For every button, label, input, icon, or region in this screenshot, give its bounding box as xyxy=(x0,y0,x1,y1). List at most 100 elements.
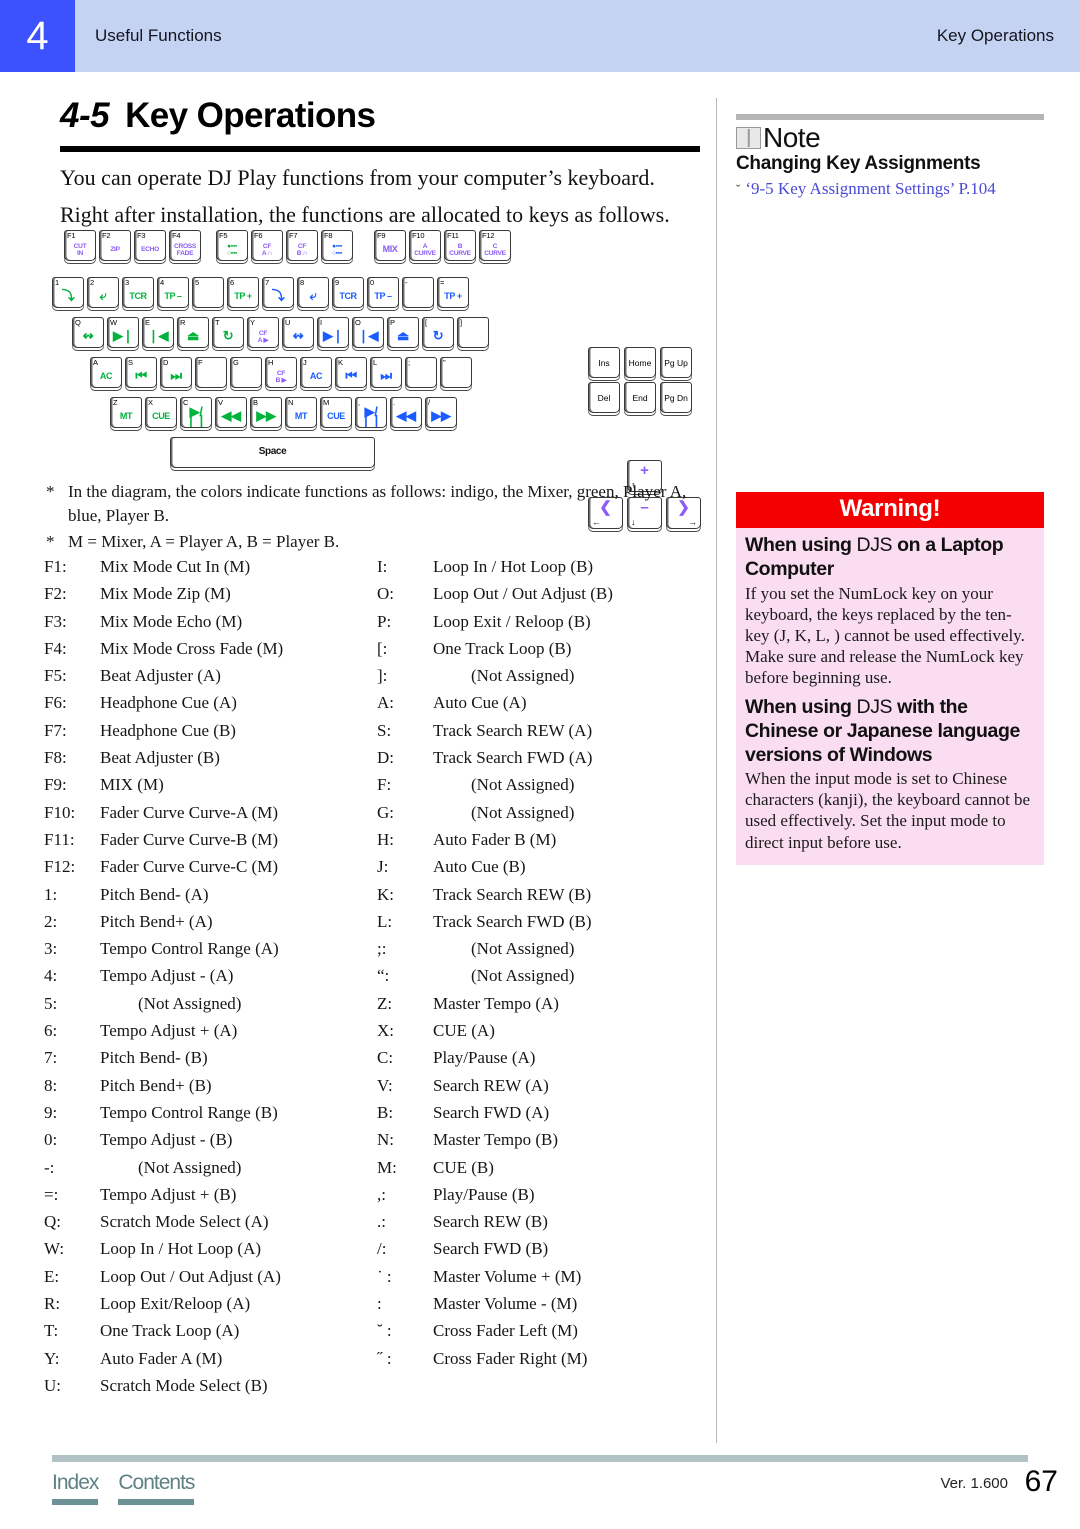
key-g[interactable]: G xyxy=(230,357,262,388)
assignment-key: F2: xyxy=(44,584,67,604)
assignment-key: D: xyxy=(377,748,394,768)
assignment-row: U: Scratch Mode Select (B) xyxy=(44,1376,377,1403)
key-w[interactable]: W ▶❘ xyxy=(107,317,139,348)
key-h[interactable]: H CF B ▶ xyxy=(265,357,297,388)
key-0[interactable]: 0 TP – xyxy=(367,277,399,308)
key-function-label: ↻ xyxy=(432,328,444,344)
key-f10[interactable]: F10 A CURVE xyxy=(409,230,441,261)
assignment-key: ˙ : xyxy=(377,1266,392,1286)
key-n[interactable]: N MT xyxy=(285,397,317,428)
key-f1[interactable]: F1 CUT IN xyxy=(64,230,96,261)
key-f[interactable]: F xyxy=(195,357,227,388)
assignment-key: F7: xyxy=(44,720,67,740)
key-x[interactable]: . ◀◀ xyxy=(390,397,422,428)
key-z[interactable]: Z MT xyxy=(110,397,142,428)
key-label: T xyxy=(215,318,220,327)
assignment-row: F8: Beat Adjuster (B) xyxy=(44,748,377,775)
key-end[interactable]: End xyxy=(624,382,656,413)
key-f6[interactable]: F6 CF A ∩ xyxy=(251,230,283,261)
key-f3[interactable]: F3 ECHO xyxy=(134,230,166,261)
key-3[interactable]: 3 TCR xyxy=(122,277,154,308)
assignment-row: A: Auto Cue (A) xyxy=(377,693,710,720)
key-f12[interactable]: F12 C CURVE xyxy=(479,230,511,261)
assignment-row: =: Tempo Adjust + (B) xyxy=(44,1185,377,1212)
assignment-key: Q: xyxy=(44,1212,61,1232)
key-m[interactable]: M CUE xyxy=(320,397,352,428)
footer-tab-contents[interactable]: Contents xyxy=(118,1471,195,1505)
key-2[interactable]: 2 ⤶ xyxy=(87,277,119,308)
key-label: F10 xyxy=(412,231,425,240)
assignment-row: S: Track Search REW (A) xyxy=(377,721,710,748)
key-function-label: CF A ∩ xyxy=(261,242,273,257)
key-x[interactable]: X CUE xyxy=(145,397,177,428)
footer-tab-index[interactable]: Index xyxy=(52,1471,99,1505)
key-4[interactable]: 4 TP – xyxy=(157,277,189,308)
key-a[interactable]: A AC xyxy=(90,357,122,388)
key-e[interactable]: E ❘◀ xyxy=(142,317,174,348)
key-t[interactable]: T ↻ xyxy=(212,317,244,348)
key-del[interactable]: Del xyxy=(588,382,620,413)
key-s[interactable]: S ⏮ xyxy=(125,357,157,388)
key-home[interactable]: Home xyxy=(624,347,656,378)
key-1[interactable]: 1 ⤵ xyxy=(52,277,84,308)
key-function-label: AC xyxy=(99,371,113,382)
key-x[interactable]: ] xyxy=(457,317,489,348)
assignment-function: Master Tempo (B) xyxy=(433,1130,559,1150)
assignment-function: Cross Fader Left (M) xyxy=(433,1321,578,1341)
key-l[interactable]: L ⏭ xyxy=(370,357,402,388)
key-label: Q xyxy=(75,318,81,327)
key-r[interactable]: R ⏏ xyxy=(177,317,209,348)
key-ins[interactable]: Ins xyxy=(588,347,620,378)
key-function-label: CUE xyxy=(327,411,345,422)
key-v[interactable]: V ◀◀ xyxy=(215,397,247,428)
key-x[interactable]: / ▶▶ xyxy=(425,397,457,428)
key-6[interactable]: 6 TP + xyxy=(227,277,259,308)
key-f8[interactable]: F8 ●▪▪▪ ○▪▪▪ xyxy=(321,230,353,261)
key-x[interactable]: ; xyxy=(405,357,437,388)
key-f5[interactable]: F5 ●▪▪▪ ○▪▪▪ xyxy=(216,230,248,261)
key-y[interactable]: Y CF A ▶ xyxy=(247,317,279,348)
key-u[interactable]: U ↭ xyxy=(282,317,314,348)
key-function-label: AC xyxy=(309,371,323,382)
key-d[interactable]: D ⏭ xyxy=(160,357,192,388)
key-label: 0 xyxy=(370,278,374,287)
key-x[interactable]: [↻ xyxy=(422,317,454,348)
key-pg-up[interactable]: Pg Up xyxy=(660,347,692,378)
key-f11[interactable]: F11 B CURVE xyxy=(444,230,476,261)
key-function-label: ▶❘ xyxy=(112,328,134,344)
assignment-function: Fader Curve Curve-C (M) xyxy=(100,857,278,877)
assignment-function: Loop In / Hot Loop (B) xyxy=(433,557,594,576)
assignment-row: F: (Not Assigned) xyxy=(377,775,710,802)
key-pg-dn[interactable]: Pg Dn xyxy=(660,382,692,413)
warning-paragraph-1: If you set the NumLock key on your keybo… xyxy=(745,583,1025,687)
key-function-label: ⏮ xyxy=(345,368,357,384)
key-q[interactable]: Q ↭ xyxy=(72,317,104,348)
warning-heading-1: When using DJS on a Laptop Computer xyxy=(745,534,1035,582)
key-9[interactable]: 9 TCR xyxy=(332,277,364,308)
key-i[interactable]: I ▶❘ xyxy=(317,317,349,348)
assignment-function: One Track Loop (B) xyxy=(433,638,572,658)
key-o[interactable]: O ❘◀ xyxy=(352,317,384,348)
key-b[interactable]: B ▶▶ xyxy=(250,397,282,428)
key-k[interactable]: K ⏮ xyxy=(335,357,367,388)
key-f2[interactable]: F2 ZIP xyxy=(99,230,131,261)
key-label: U xyxy=(285,318,291,327)
key-x[interactable]: , ▶/❘❘ xyxy=(355,397,387,428)
key-5[interactable]: 5 xyxy=(192,277,224,308)
key-c[interactable]: C ▶/❘❘ xyxy=(180,397,212,428)
key-j[interactable]: J AC xyxy=(300,357,332,388)
key-f9[interactable]: F9 MIX xyxy=(374,230,406,261)
warning-box-body: When using DJS on a Laptop Computer If y… xyxy=(736,528,1044,865)
key-x[interactable]: = TP + xyxy=(437,277,469,308)
key-label: , xyxy=(358,398,360,407)
key-f7[interactable]: F7 CF B ∩ xyxy=(286,230,318,261)
assignment-key: ˝ : xyxy=(377,1348,392,1368)
note-box-crossref[interactable]: ˇ ‘9-5 Key Assignment Settings’ P.104 xyxy=(736,178,1044,200)
key-8[interactable]: 8 ⤶ xyxy=(297,277,329,308)
key-space[interactable]: Space xyxy=(170,437,375,468)
key-x[interactable]: " xyxy=(440,357,472,388)
key-f4[interactable]: F4 CROSS FADE xyxy=(169,230,201,261)
key-7[interactable]: 7 ⤵ xyxy=(262,277,294,308)
key-p[interactable]: P ⏏ xyxy=(387,317,419,348)
key-x[interactable]: - xyxy=(402,277,434,308)
